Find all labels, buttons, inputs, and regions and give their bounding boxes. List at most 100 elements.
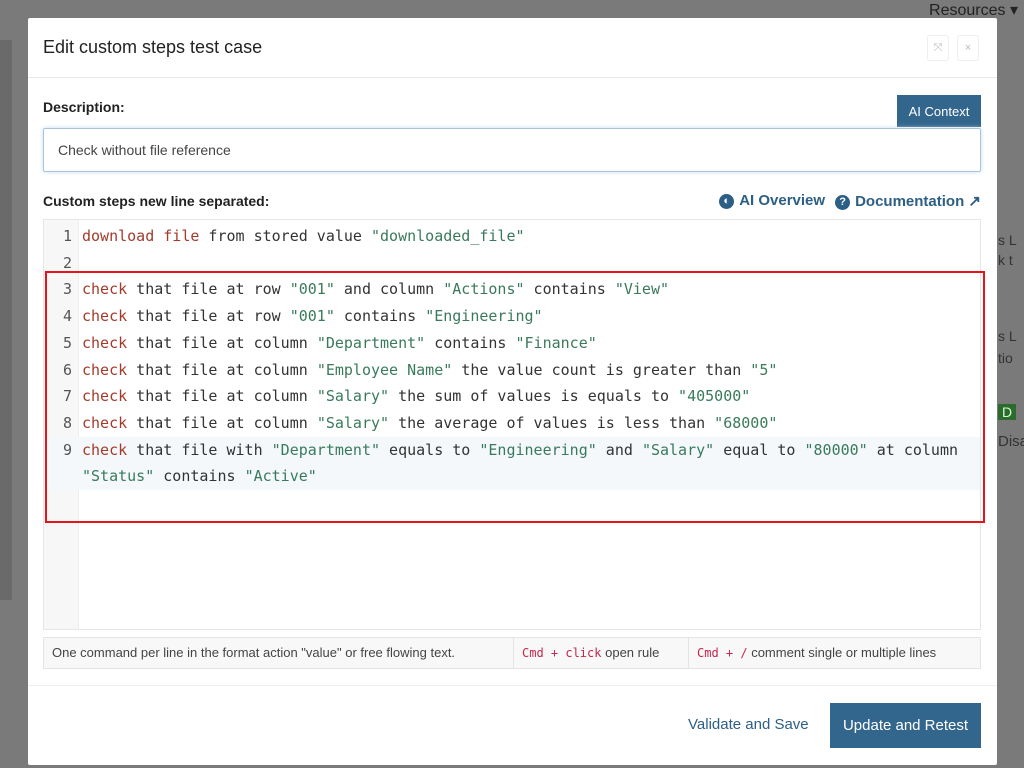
code-line[interactable]: 4 check that file at row "001" contains "… xyxy=(44,303,980,330)
documentation-link[interactable]: ? Documentation ↗ xyxy=(835,192,981,210)
code-text: contains xyxy=(524,280,615,299)
code-text: equals to xyxy=(380,440,480,459)
line-number: 8 xyxy=(62,413,72,432)
line-text: check that file at column "Salary" the s… xyxy=(76,383,980,410)
modal-title: Edit custom steps test case xyxy=(43,37,263,57)
modal-header: Edit custom steps test case ⤧ × xyxy=(28,18,997,78)
code-text: that file at column xyxy=(127,360,317,379)
code-text: that file at column xyxy=(127,333,317,352)
code-string: "68000" xyxy=(714,413,778,432)
code-line[interactable]: 2 xyxy=(44,250,980,277)
line-text: check that file at column "Salary" the a… xyxy=(76,410,980,437)
code-keyword: check xyxy=(82,360,128,379)
comment-hint: Cmd + / comment single or multiple lines xyxy=(689,638,944,668)
code-string: "Status" xyxy=(82,467,155,486)
code-text: the value count is greater than xyxy=(452,360,751,379)
steps-code-editor[interactable]: 1 download file from stored value "downlo… xyxy=(43,219,981,630)
code-line[interactable]: 5 check that file at column "Department" … xyxy=(44,330,980,357)
ai-context-button[interactable]: AI Context xyxy=(897,95,981,127)
code-line[interactable]: 3 check that file at row "001" and column… xyxy=(44,276,980,303)
background-scrollbar xyxy=(0,40,12,600)
code-string: "Active" xyxy=(244,467,317,486)
validate-and-save-button[interactable]: Validate and Save xyxy=(688,716,809,733)
hint-text: comment single or multiple lines xyxy=(751,645,937,660)
line-text: check that file with "Department" equals… xyxy=(76,437,980,490)
code-line[interactable]: 9 check that file with "Department" equal… xyxy=(44,436,980,491)
shortcut-key: Cmd + / xyxy=(697,646,748,660)
code-string: "Salary" xyxy=(316,387,390,406)
code-text: that file at row xyxy=(127,307,290,326)
line-number: 6 xyxy=(62,360,72,379)
line-number: 3 xyxy=(62,280,72,299)
code-keyword: check xyxy=(82,440,128,459)
line-number: 5 xyxy=(62,333,72,352)
line-number: 2 xyxy=(62,253,72,272)
documentation-label: Documentation xyxy=(855,193,965,210)
line-text: check that file at row "001" contains "E… xyxy=(76,303,980,330)
code-string: "405000" xyxy=(678,387,751,406)
code-string: "View" xyxy=(614,280,670,299)
line-text: check that file at column "Department" c… xyxy=(76,330,980,357)
background-text: s L xyxy=(998,232,1017,248)
code-text: the sum of values is equals to xyxy=(389,387,679,406)
code-string: "Finance" xyxy=(515,333,597,352)
close-icon[interactable]: × xyxy=(957,35,979,61)
open-rule-hint: Cmd + click open rule xyxy=(514,638,689,668)
code-line[interactable]: 6 check that file at column "Employee Nam… xyxy=(44,357,980,384)
code-string: "downloaded_file" xyxy=(371,227,525,245)
background-text: k t xyxy=(998,252,1013,268)
footer-divider xyxy=(28,685,997,686)
line-text: check that file at column "Employee Name… xyxy=(76,357,980,384)
code-string: "5" xyxy=(750,360,778,379)
code-keyword: check xyxy=(82,307,128,326)
custom-steps-label: Custom steps new line separated: xyxy=(43,193,270,209)
code-text: equal to xyxy=(714,440,805,459)
code-text: that file at row xyxy=(127,280,290,299)
code-text: and xyxy=(596,440,642,459)
code-text: contains xyxy=(425,333,516,352)
code-string: "Salary" xyxy=(641,440,715,459)
code-string: "Department" xyxy=(316,333,426,352)
code-string: "001" xyxy=(289,280,335,299)
code-keyword: check xyxy=(82,413,128,432)
code-text: the average of values is less than xyxy=(389,413,715,432)
line-number: 1 xyxy=(62,227,72,245)
update-and-retest-button[interactable]: Update and Retest xyxy=(830,703,981,748)
ai-overview-link[interactable]: ◐ AI Overview xyxy=(719,192,825,210)
line-text xyxy=(76,250,980,277)
code-text: and column xyxy=(334,280,444,299)
code-text: that file at column xyxy=(127,413,317,432)
brain-icon: ◐ xyxy=(719,194,735,209)
code-string: "001" xyxy=(289,307,335,326)
background-text: Disa xyxy=(998,433,1024,450)
background-text: tio xyxy=(998,350,1013,366)
code-keyword: check xyxy=(82,333,128,352)
code-string: "Engineering" xyxy=(479,440,597,459)
expand-icon[interactable]: ⤧ xyxy=(927,35,949,61)
shortcut-key: Cmd + click xyxy=(522,646,602,660)
line-number: 9 xyxy=(62,440,72,459)
line-text: download file from stored value "downloa… xyxy=(76,223,980,250)
code-text: contains xyxy=(154,467,245,486)
background-text: s L xyxy=(998,328,1017,344)
code-text: that file at column xyxy=(127,387,317,406)
code-string: "Salary" xyxy=(316,413,390,432)
code-text: that file with xyxy=(127,440,272,459)
code-string: "Actions" xyxy=(443,280,525,299)
code-string: "80000" xyxy=(804,440,868,459)
line-text: check that file at row "001" and column … xyxy=(76,276,980,303)
code-text: from stored value xyxy=(199,227,371,245)
code-line[interactable]: 7 check that file at column "Salary" the … xyxy=(44,383,980,410)
code-lines: 1 download file from stored value "downlo… xyxy=(44,223,980,491)
edit-test-case-modal: Edit custom steps test case ⤧ × Descript… xyxy=(28,18,997,765)
line-number: 7 xyxy=(62,387,72,406)
code-keyword: download file xyxy=(82,227,200,245)
code-line[interactable]: 1 download file from stored value "downlo… xyxy=(44,223,980,250)
code-keyword: check xyxy=(82,280,128,299)
description-label: Description: xyxy=(43,99,125,115)
help-icon: ? xyxy=(835,195,851,210)
code-line[interactable]: 8 check that file at column "Salary" the … xyxy=(44,410,980,437)
code-text: contains xyxy=(334,307,426,326)
editor-hints-bar: One command per line in the format actio… xyxy=(43,637,981,669)
description-input[interactable] xyxy=(43,128,981,172)
